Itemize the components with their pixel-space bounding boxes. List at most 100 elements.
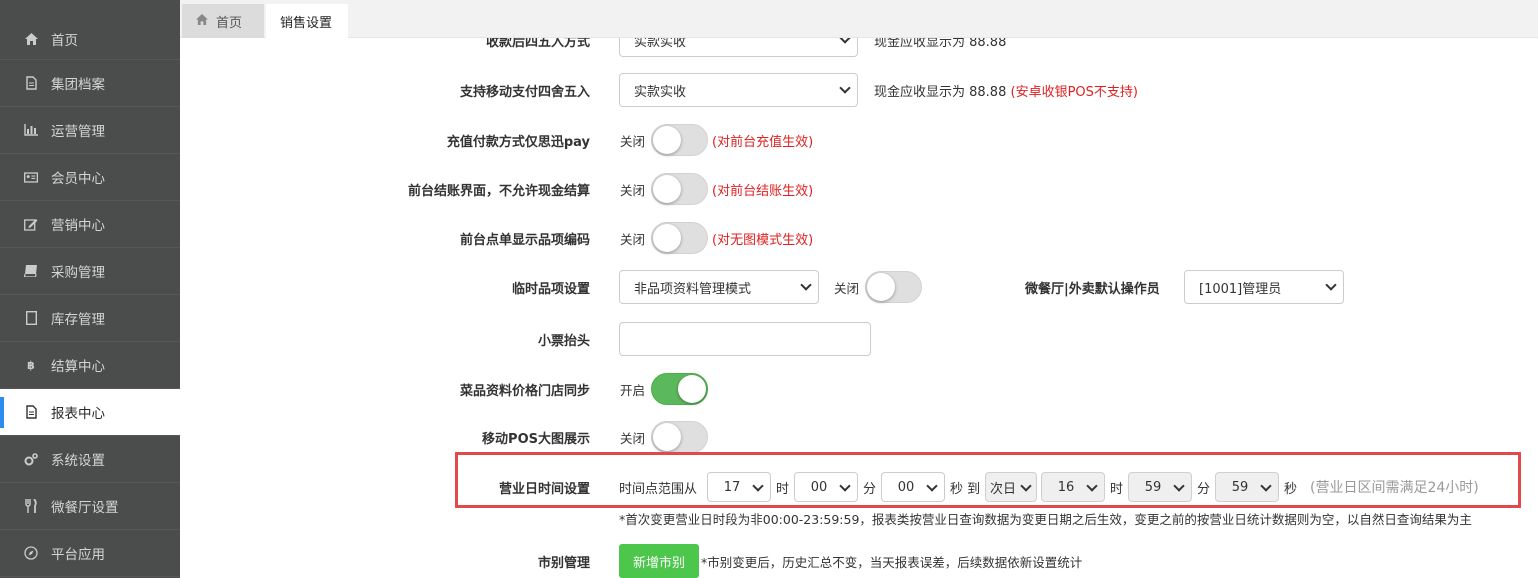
chevron-down-icon [839, 82, 851, 94]
select-value: 59 [1231, 479, 1249, 495]
hint-warning: (安卓收银POS不支持) [1010, 84, 1138, 100]
chevron-down-icon [926, 480, 938, 492]
add-city-button[interactable]: 新增市别 [619, 544, 700, 578]
document-icon [24, 311, 38, 325]
form-row-pos-big: 移动POS大图展示 关闭 [180, 417, 1538, 457]
gears-icon [24, 452, 38, 466]
sidebar-item-home[interactable]: 首页 [0, 18, 180, 60]
select-value: 实款实收 [634, 38, 687, 50]
switch-state-label: 开启 [620, 382, 646, 398]
operator-select[interactable]: [1001]管理员 [1184, 270, 1344, 304]
show-code-toggle[interactable] [651, 222, 708, 254]
pos-big-toggle[interactable] [651, 421, 708, 453]
form-label: 前台点单显示品项编码 [459, 232, 590, 248]
form-row-temp-item: 临时品项设置 非品项资料管理模式 关闭 微餐厅|外卖默认操作员 [1001]管理… [180, 267, 1538, 307]
sidebar-item-purchase[interactable]: 采购管理 [0, 248, 180, 295]
form-label: 前台结账界面，不允许现金结算 [407, 183, 590, 199]
next-day-select[interactable]: 次日 [985, 472, 1037, 502]
form-row-price-sync: 菜品资料价格门店同步 开启 [180, 369, 1538, 409]
settings-form: 收款后四五入方式 实款实收 现金应收显示为 88.88 支持移动支付四舍五入 实… [180, 38, 1538, 578]
start-hour-select[interactable]: 17 [707, 472, 771, 502]
sidebar-item-system-settings[interactable]: 系统设置 [0, 436, 180, 483]
toggle-knob [653, 423, 681, 451]
toggle-knob [653, 224, 681, 252]
form-label: 菜品资料价格门店同步 [459, 383, 590, 399]
temp-item-select[interactable]: 非品项资料管理模式 [619, 270, 819, 304]
book-icon [24, 264, 38, 278]
rounding-select[interactable]: 实款实收 [619, 38, 858, 57]
select-value: 00 [810, 479, 828, 495]
temp-item-toggle[interactable] [865, 271, 922, 303]
form-label: 移动POS大图展示 [482, 431, 590, 447]
tab-label: 销售设置 [280, 15, 333, 31]
sidebar-item-label: 营销中心 [51, 218, 105, 234]
tab-label: 首页 [216, 15, 243, 31]
form-row-receipt-header: 小票抬头 [180, 319, 1538, 359]
select-value: 非品项资料管理模式 [634, 281, 752, 297]
rounding-hint: 现金应收显示为 88.88 [874, 38, 1007, 50]
form-row-cut: 收款后四五入方式 实款实收 现金应收显示为 88.88 [180, 38, 1538, 60]
tab-sales-settings[interactable]: 销售设置 [266, 4, 348, 38]
select-value: 实款实收 [634, 84, 687, 100]
sidebar-item-label: 微餐厅设置 [51, 500, 119, 516]
city-note: *市别变更后，历史汇总不变，当天报表误差，后续数据依新设置统计 [701, 554, 1083, 570]
bar-chart-icon [24, 123, 38, 137]
mobile-round-hint: 现金应收显示为 88.88 (安卓收银POS不支持) [874, 70, 1138, 110]
sidebar-item-label: 运营管理 [51, 124, 105, 140]
sidebar-item-label: 采购管理 [51, 265, 105, 281]
sidebar-item-members[interactable]: 会员中心 [0, 154, 180, 201]
switch-state-label: 关闭 [620, 182, 646, 198]
sidebar-item-label: 报表中心 [51, 406, 105, 422]
sidebar-item-platform-apps[interactable]: 平台应用 [0, 530, 180, 577]
sidebar-item-label: 系统设置 [51, 453, 105, 469]
chevron-down-icon [1086, 480, 1098, 492]
sidebar: 首页 集团档案 运营管理 会员中心 营销中心 采购管理 库存管理 ฿ 结算中心 … [0, 0, 180, 578]
end-hour-select[interactable]: 16 [1041, 472, 1105, 502]
bitcoin-icon: ฿ [27, 358, 35, 372]
receipt-header-input[interactable] [619, 322, 871, 356]
sidebar-item-micro-restaurant[interactable]: 微餐厅设置 [0, 483, 180, 530]
recharge-pay-toggle[interactable] [651, 124, 708, 156]
recharge-pay-note: (对前台充值生效) [712, 134, 814, 150]
toggle-knob [653, 126, 681, 154]
tab-home[interactable]: 首页 [182, 4, 264, 38]
sidebar-item-label: 会员中心 [51, 171, 105, 187]
show-code-note: (对无图模式生效) [712, 232, 814, 248]
sidebar-item-inventory[interactable]: 库存管理 [0, 295, 180, 342]
form-label: 小票抬头 [537, 333, 590, 349]
no-cash-note: (对前台结账生效) [712, 183, 814, 199]
compass-icon [24, 546, 38, 560]
sidebar-item-settlement[interactable]: ฿ 结算中心 [0, 342, 180, 389]
end-second-select[interactable]: 59 [1215, 472, 1279, 502]
chevron-down-icon [800, 279, 812, 291]
sidebar-item-operations[interactable]: 运营管理 [0, 107, 180, 154]
form-row-recharge-pay: 充值付款方式仅思迅pay 关闭 (对前台充值生效) [180, 120, 1538, 160]
select-value: 00 [897, 479, 915, 495]
report-icon [24, 405, 38, 419]
start-minute-select[interactable]: 00 [794, 472, 858, 502]
end-minute-select[interactable]: 59 [1128, 472, 1192, 502]
toggle-knob [678, 375, 706, 403]
select-value: 59 [1144, 479, 1162, 495]
business-day-warning: *首次变更营业日时段为非00:00-23:59:59，报表类按营业日查询数据为变… [619, 511, 1472, 527]
operator-label: 微餐厅|外卖默认操作员 [1025, 281, 1160, 297]
chevron-down-icon [752, 480, 764, 492]
sidebar-item-marketing[interactable]: 营销中心 [0, 201, 180, 248]
mobile-round-select[interactable]: 实款实收 [619, 73, 858, 107]
form-label: 营业日时间设置 [498, 481, 590, 497]
form-row-city: 市别管理 新增市别 *市别变更后，历史汇总不变，当天报表误差，后续数据依新设置统… [180, 541, 1538, 578]
chevron-down-icon [839, 38, 851, 44]
price-sync-toggle[interactable] [651, 373, 708, 405]
sidebar-item-reports[interactable]: 报表中心 [0, 389, 180, 436]
form-row-show-code: 前台点单显示品项编码 关闭 (对无图模式生效) [180, 218, 1538, 258]
cutlery-icon [24, 499, 38, 513]
toggle-knob [653, 175, 681, 203]
switch-state-label: 关闭 [834, 280, 860, 296]
no-cash-toggle[interactable] [651, 173, 708, 205]
start-second-select[interactable]: 00 [881, 472, 945, 502]
hint-text: 现金应收显示为 88.88 [874, 84, 1007, 100]
form-row-mobile-round: 支持移动支付四舍五入 实款实收 现金应收显示为 88.88 (安卓收银POS不支… [180, 70, 1538, 110]
sidebar-item-group-archive[interactable]: 集团档案 [0, 60, 180, 107]
home-icon [196, 14, 208, 28]
form-label: 支持移动支付四舍五入 [459, 84, 590, 100]
